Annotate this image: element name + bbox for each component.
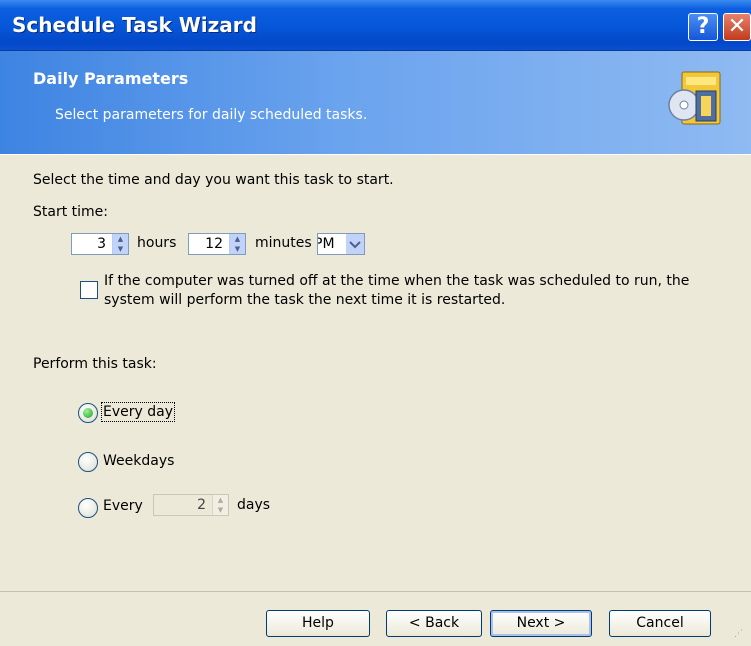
- next-button[interactable]: Next >: [490, 610, 592, 637]
- schedule-wizard-icon: [668, 69, 726, 129]
- minutes-value: 12: [205, 236, 223, 252]
- footer-divider: [0, 591, 751, 592]
- close-button[interactable]: ✕: [723, 13, 751, 41]
- checkbox-label-line2[interactable]: system will perform the task the next ti…: [104, 292, 505, 308]
- weekdays-radio[interactable]: [78, 452, 98, 472]
- ampm-dropdown[interactable]: PM: [317, 233, 365, 255]
- ampm-value: PM: [318, 236, 335, 252]
- minutes-spin-arrows[interactable]: ▲ ▼: [229, 234, 245, 254]
- every-n-days-radio[interactable]: [78, 498, 98, 518]
- spin-up-icon[interactable]: ▲: [213, 495, 228, 505]
- chevron-down-icon[interactable]: [346, 234, 364, 254]
- interval-suffix: days: [237, 497, 271, 513]
- every-day-radio[interactable]: [78, 403, 98, 423]
- every-n-days-label[interactable]: Every: [103, 498, 143, 514]
- window-title: Schedule Task Wizard: [12, 13, 257, 37]
- every-day-label[interactable]: Every day: [101, 402, 175, 422]
- hours-label: hours: [137, 235, 177, 251]
- hours-spinner[interactable]: 3 ▲ ▼: [71, 233, 129, 255]
- hours-spin-arrows[interactable]: ▲ ▼: [112, 234, 128, 254]
- resize-grip-icon[interactable]: ⋰: [734, 629, 743, 639]
- help-button[interactable]: Help: [266, 610, 370, 637]
- hours-value: 3: [97, 236, 106, 252]
- radio-selected-dot: [83, 408, 93, 418]
- instruction-text: Select the time and day you want this ta…: [33, 172, 394, 188]
- wizard-header: Daily Parameters Select parameters for d…: [0, 51, 751, 154]
- spin-up-icon[interactable]: ▲: [113, 234, 128, 244]
- header-subtitle: Select parameters for daily scheduled ta…: [55, 107, 368, 123]
- spin-down-icon[interactable]: ▼: [230, 244, 245, 254]
- minutes-spinner[interactable]: 12 ▲ ▼: [188, 233, 246, 255]
- perform-task-label: Perform this task:: [33, 356, 157, 372]
- wizard-body: [0, 155, 751, 646]
- spin-down-icon[interactable]: ▼: [113, 244, 128, 254]
- start-time-label: Start time:: [33, 204, 108, 220]
- interval-days-spinner[interactable]: 2 ▲ ▼: [153, 494, 229, 516]
- cancel-button[interactable]: Cancel: [609, 610, 711, 637]
- checkbox-label-line1[interactable]: If the computer was turned off at the ti…: [104, 273, 689, 289]
- spin-down-icon[interactable]: ▼: [213, 505, 228, 515]
- minutes-label: minutes: [255, 235, 312, 251]
- spin-up-icon[interactable]: ▲: [230, 234, 245, 244]
- help-title-button[interactable]: ?: [688, 13, 718, 41]
- back-button[interactable]: < Back: [386, 610, 482, 637]
- header-title: Daily Parameters: [33, 69, 189, 88]
- restart-catchup-checkbox[interactable]: [80, 281, 98, 299]
- weekdays-label[interactable]: Weekdays: [103, 453, 174, 469]
- interval-value: 2: [197, 497, 206, 513]
- interval-spin-arrows[interactable]: ▲ ▼: [212, 495, 228, 515]
